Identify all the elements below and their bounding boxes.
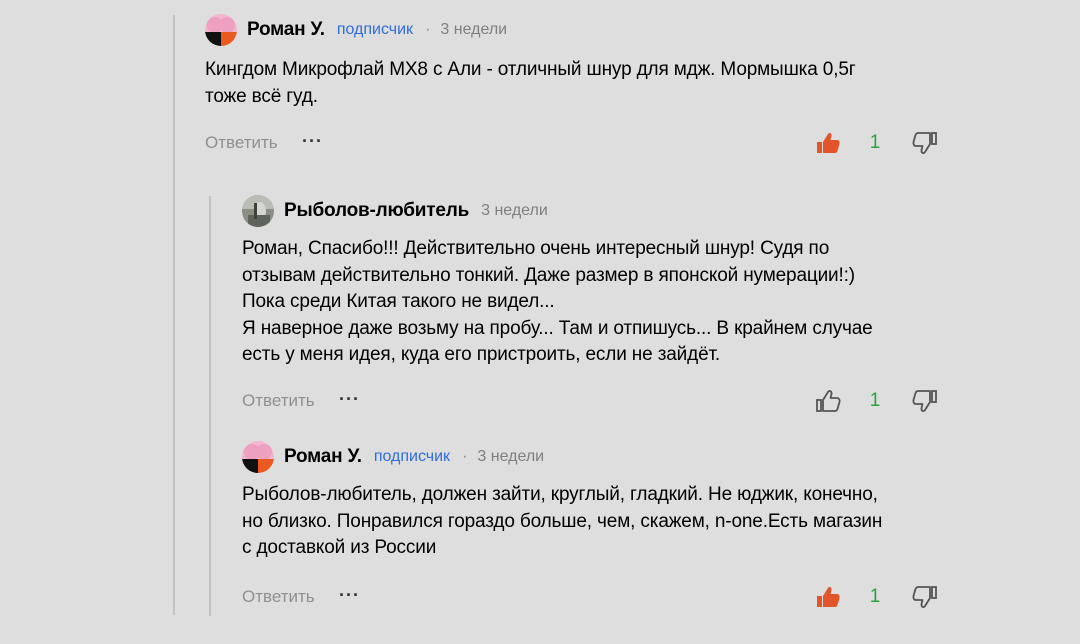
meta-separator: ·: [425, 21, 431, 38]
comment-time: 3 недели: [440, 21, 508, 38]
dislike-button[interactable]: [911, 129, 939, 157]
comment-header: Рыболов-любитель 3 недели: [242, 195, 548, 227]
more-options-icon[interactable]: ···: [302, 131, 323, 152]
reply-button[interactable]: Ответить: [205, 133, 278, 153]
comment-text: Роман, Спасибо!!! Действительно очень ин…: [242, 236, 873, 369]
more-options-icon[interactable]: ···: [339, 585, 360, 606]
author-name[interactable]: Роман У.: [247, 19, 325, 41]
like-button[interactable]: [814, 129, 842, 157]
comment-text: Рыболов-любитель, должен зайти, круглый,…: [242, 482, 882, 562]
comment-header: Роман У. подписчик · 3 недели: [242, 441, 544, 473]
thread-line-reply: [209, 196, 211, 616]
comment-3: Роман У. подписчик · 3 недели Рыболов-лю…: [242, 441, 945, 616]
comment-actions: Ответить ··· 1: [205, 129, 945, 159]
comment-2: Рыболов-любитель 3 недели Роман, Спасибо…: [242, 195, 945, 420]
author-name[interactable]: Роман У.: [284, 446, 362, 468]
user-avatar-icon[interactable]: [205, 14, 237, 46]
comment-text-line: Рыболов-любитель, должен зайти, круглый,…: [242, 484, 878, 505]
comment-header: Роман У. подписчик · 3 недели: [205, 14, 507, 46]
comment-text-line: Роман, Спасибо!!! Действительно очень ин…: [242, 238, 830, 259]
thumbs-down-icon: [912, 132, 937, 154]
like-button[interactable]: [814, 583, 842, 611]
comment-text-line: но близко. Понравился гораздо больше, че…: [242, 510, 883, 532]
reply-button[interactable]: Ответить: [242, 391, 315, 411]
like-count: 1: [869, 586, 881, 607]
meta-separator: ·: [462, 448, 468, 465]
author-name[interactable]: Рыболов-любитель: [284, 200, 469, 222]
reply-button[interactable]: Ответить: [242, 587, 315, 607]
comment-time: 3 недели: [477, 448, 545, 465]
comment-text-line: есть у меня идея, куда его пристроить, е…: [242, 344, 721, 365]
comment-text-line: Я наверное даже возьму на пробу... Там и…: [242, 317, 873, 339]
thumbs-up-icon: [817, 586, 840, 607]
like-button[interactable]: [814, 387, 842, 415]
comment-actions: Ответить ··· 1: [242, 583, 945, 613]
comment-text-line: отзывам действительно тонкий. Даже разме…: [242, 264, 855, 286]
thumbs-up-icon: [817, 132, 840, 153]
more-options-icon[interactable]: ···: [339, 389, 360, 410]
comment-1: Роман У. подписчик · 3 недели Кингдом Ми…: [205, 14, 945, 164]
comment-text-line: с доставкой из России: [242, 537, 437, 558]
comment-text-line: тоже всё гуд.: [205, 85, 318, 107]
dislike-button[interactable]: [911, 387, 939, 415]
dislike-button[interactable]: [911, 583, 939, 611]
comment-text: Кингдом Микрофлай МХ8 с Али - отличный ш…: [205, 57, 856, 110]
subscriber-badge: подписчик: [373, 448, 451, 465]
comment-text-line: Пока среди Китая такого не видел...: [242, 291, 555, 312]
comment-time: 3 недели: [481, 202, 548, 219]
comment-text-line: Кингдом Микрофлай МХ8 с Али - отличный ш…: [205, 59, 856, 80]
thumbs-up-icon: [816, 390, 841, 412]
comment-actions: Ответить ··· 1: [242, 387, 945, 417]
subscriber-badge: подписчик: [336, 21, 414, 38]
like-count: 1: [869, 132, 881, 153]
like-count: 1: [869, 390, 881, 411]
thumbs-down-icon: [912, 586, 937, 608]
thread-line-root: [173, 15, 175, 615]
thumbs-down-icon: [912, 390, 937, 412]
user-photo-avatar-icon[interactable]: [242, 195, 274, 227]
user-avatar-icon[interactable]: [242, 441, 274, 473]
